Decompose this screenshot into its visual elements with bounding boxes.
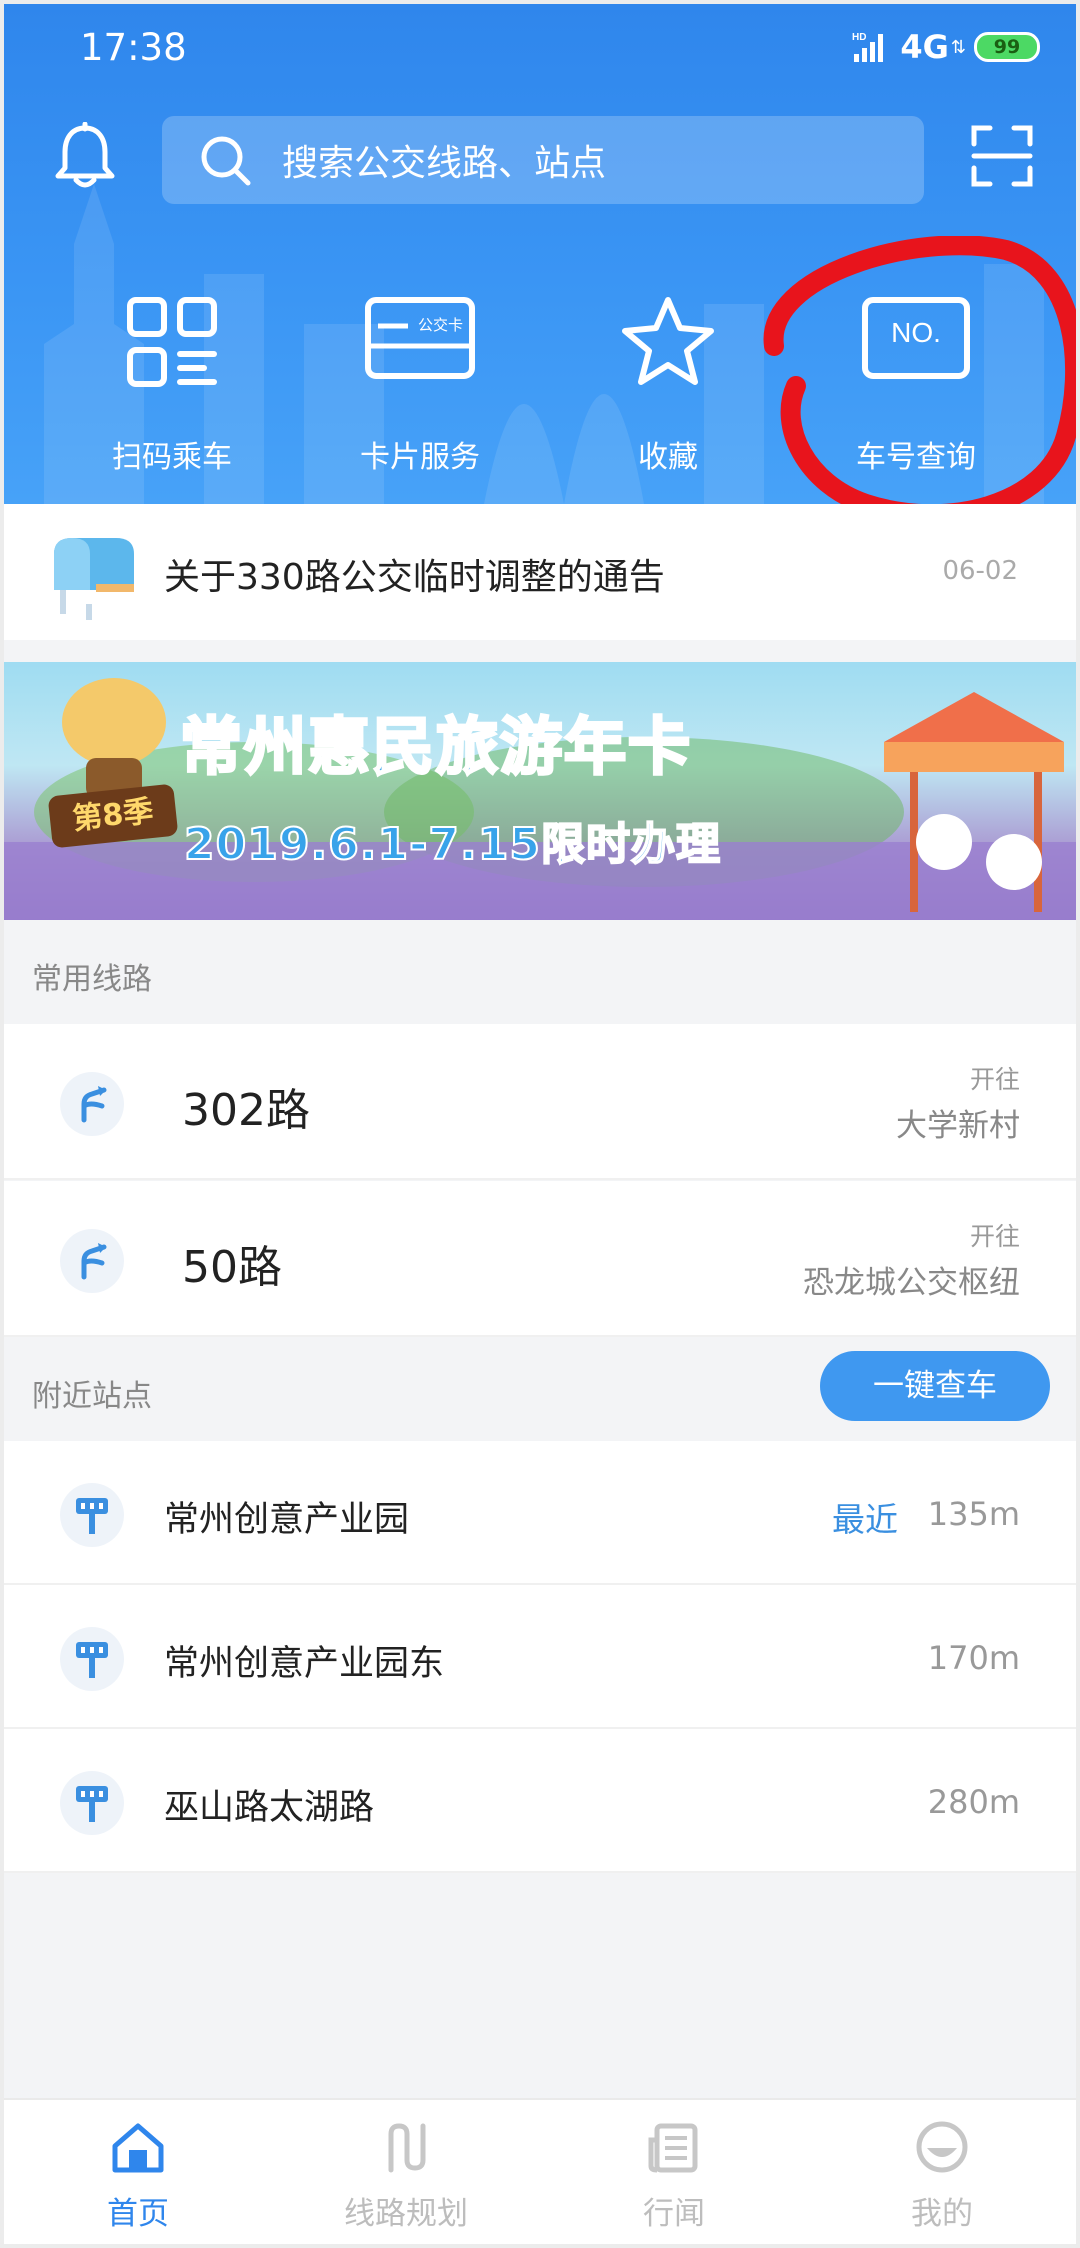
banner-subtitle: 2019.6.1-7.15限时办理 — [183, 818, 721, 871]
stop-distance: 170m — [927, 1639, 1020, 1677]
search-bar[interactable]: 搜索公交线路、站点 — [162, 116, 924, 204]
notice-bar[interactable]: 关于330路公交临时调整的通告 06-02 — [4, 504, 1076, 640]
stop-row[interactable]: 常州创意产业园 最近 135m — [4, 1441, 1076, 1585]
svg-text:HD: HD — [852, 32, 866, 43]
stop-row[interactable]: 巫山路太湖路 280m — [4, 1729, 1076, 1873]
stop-name: 常州创意产业园 — [164, 1500, 410, 1540]
section-heading: 附近站点 — [32, 1379, 152, 1414]
header: 17:38 HD 4G ⇅ 99 搜索公交线路、站点 扫码乘车 公交卡 卡片服务… — [4, 4, 1076, 504]
promo-banner[interactable]: 第8季 常州惠民旅游年卡 2019.6.1-7.15限时办理 — [4, 662, 1076, 920]
scan-icon[interactable] — [970, 124, 1034, 188]
search-icon — [201, 136, 251, 186]
banner-title: 常州惠民旅游年卡 — [178, 709, 693, 785]
quick-check-bus-button[interactable]: 一键查车 — [820, 1351, 1050, 1421]
tab-label: 我的 — [911, 2196, 973, 2232]
quick-action-label: 车号查询 — [856, 440, 976, 475]
status-time: 17:38 — [80, 26, 187, 69]
app-screen: 17:38 HD 4G ⇅ 99 搜索公交线路、站点 扫码乘车 公交卡 卡片服务… — [4, 4, 1076, 2244]
notice-date: 06-02 — [942, 556, 1018, 586]
status-bar: 17:38 HD 4G ⇅ 99 — [4, 4, 1076, 94]
route-destination: 大学新村 — [896, 1108, 1020, 1144]
home-icon — [112, 2123, 164, 2173]
mailbox-icon — [54, 538, 134, 620]
tab-label: 线路规划 — [344, 2196, 468, 2232]
nearby-stops-header: 附近站点 一键查车 — [4, 1337, 1076, 1441]
route-fork-icon — [60, 1229, 124, 1293]
signal-icon: HD — [852, 32, 884, 62]
route-name: 50路 — [182, 1242, 282, 1293]
profile-icon — [916, 2121, 968, 2173]
nearest-tag: 最近 — [832, 1500, 898, 1539]
bottom-tab-bar: 首页 线路规划 行闻 我的 — [4, 2098, 1076, 2244]
status-indicators: HD 4G ⇅ 99 — [852, 28, 1040, 66]
stop-distance: 135m — [927, 1495, 1020, 1533]
badge-text: NO. — [891, 317, 941, 348]
stop-name: 常州创意产业园东 — [164, 1644, 445, 1684]
route-direction-label: 开往 — [969, 1222, 1020, 1251]
notice-text: 关于330路公交临时调整的通告 — [164, 557, 665, 598]
route-destination: 恐龙城公交枢纽 — [803, 1265, 1020, 1301]
bus-card-icon: 公交卡 — [365, 297, 475, 379]
tab-home[interactable]: 首页 — [4, 2100, 272, 2244]
stop-row[interactable]: 常州创意产业园东 170m — [4, 1585, 1076, 1729]
route-name: 302路 — [182, 1085, 310, 1136]
star-icon — [622, 297, 714, 385]
tab-label: 行闻 — [643, 2196, 705, 2232]
search-placeholder: 搜索公交线路、站点 — [282, 143, 607, 184]
route-row[interactable]: 302路 开往 大学新村 — [4, 1024, 1076, 1180]
bus-stop-icon — [60, 1771, 124, 1835]
data-arrows-icon: ⇅ — [950, 36, 966, 58]
route-direction-label: 开往 — [969, 1065, 1020, 1094]
section-heading: 常用线路 — [32, 962, 152, 997]
news-icon — [648, 2123, 698, 2173]
tab-route-planning[interactable]: 线路规划 — [272, 2100, 540, 2244]
bell-icon[interactable] — [52, 122, 118, 192]
card-text: 公交卡 — [418, 316, 463, 334]
bus-stop-icon — [60, 1627, 124, 1691]
route-icon — [388, 2123, 426, 2173]
qr-grid-icon — [127, 297, 217, 387]
tab-news[interactable]: 行闻 — [540, 2100, 808, 2244]
stop-name: 巫山路太湖路 — [164, 1788, 375, 1828]
quick-action-label: 卡片服务 — [360, 440, 480, 475]
route-row[interactable]: 50路 开往 恐龙城公交枢纽 — [4, 1181, 1076, 1337]
quick-action-label: 扫码乘车 — [112, 440, 232, 475]
vehicle-number-icon: NO. — [862, 297, 970, 379]
tab-profile[interactable]: 我的 — [808, 2100, 1076, 2244]
battery-icon: 99 — [974, 32, 1040, 62]
network-type: 4G — [900, 28, 949, 66]
bus-stop-icon — [60, 1483, 124, 1547]
route-fork-icon — [60, 1072, 124, 1136]
quick-action-label: 收藏 — [638, 440, 698, 475]
tab-label: 首页 — [107, 2196, 169, 2232]
stop-distance: 280m — [927, 1783, 1020, 1821]
frequent-routes-header: 常用线路 — [4, 920, 1076, 1024]
